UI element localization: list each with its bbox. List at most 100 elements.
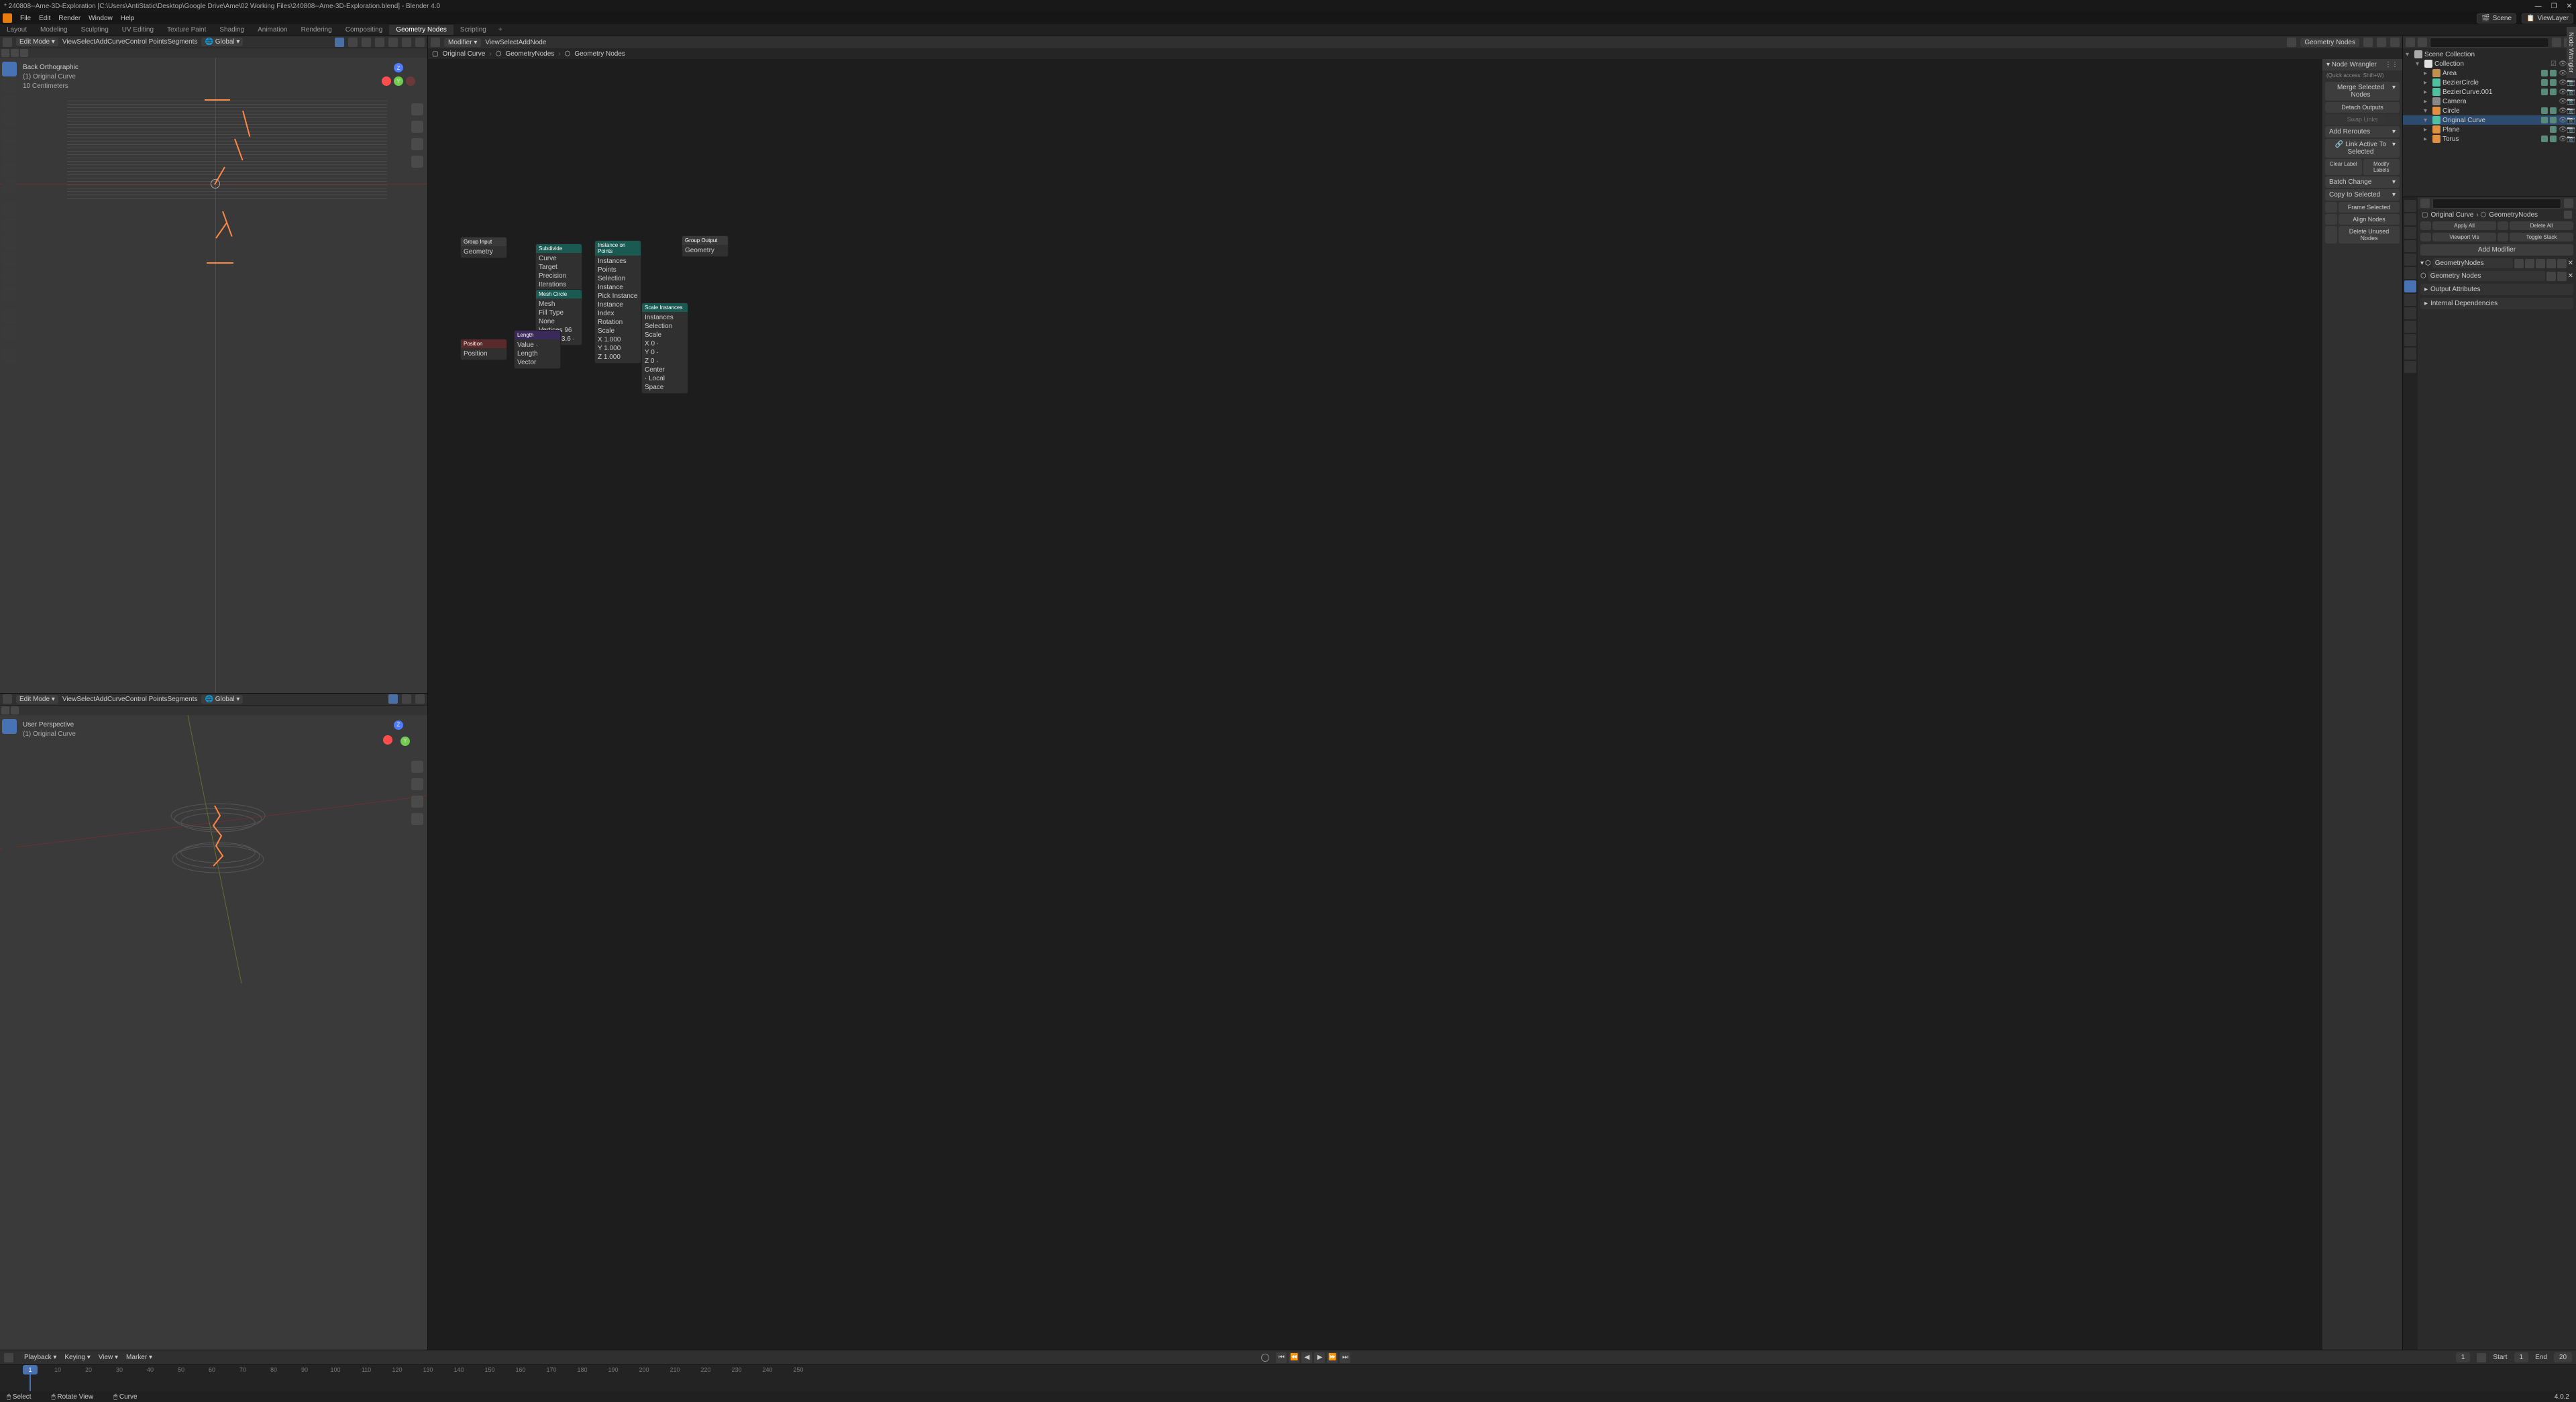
outliner-tree[interactable]: ▾Scene Collection▾Collection☑👁📷▸Area👁📷▸B… bbox=[2403, 48, 2576, 197]
prop-tab-world[interactable] bbox=[2404, 254, 2416, 266]
tree-item-beziercircle[interactable]: ▸BezierCircle👁📷 bbox=[2403, 78, 2576, 87]
tool-rotate[interactable] bbox=[2, 769, 17, 784]
wrangler-link-active-to-selected[interactable]: 🔗 Link Active To Selected▾ bbox=[2325, 139, 2400, 158]
tree-item-torus[interactable]: ▸Torus👁📷 bbox=[2403, 134, 2576, 144]
properties-search-input[interactable] bbox=[2432, 199, 2561, 209]
gizmo-toggle-icon[interactable] bbox=[388, 694, 398, 704]
menu-add[interactable]: Add bbox=[95, 696, 107, 703]
add-workspace-button[interactable]: + bbox=[493, 25, 508, 35]
pan-icon[interactable] bbox=[411, 121, 423, 133]
editor-type-icon[interactable] bbox=[4, 1353, 13, 1362]
blender-logo-icon[interactable] bbox=[3, 13, 12, 23]
zoom-icon[interactable] bbox=[411, 103, 423, 115]
prop-tab-texture[interactable] bbox=[2404, 361, 2416, 373]
workspace-tab-scripting[interactable]: Scripting bbox=[453, 25, 493, 35]
node-length[interactable]: LengthValue ·LengthVector bbox=[514, 330, 561, 369]
node-header[interactable]: Subdivide bbox=[536, 244, 582, 253]
outliner-search-input[interactable] bbox=[2430, 38, 2549, 48]
workspace-tab-rendering[interactable]: Rendering bbox=[294, 25, 339, 35]
menu-select[interactable]: Select bbox=[76, 696, 95, 703]
tool-transform[interactable] bbox=[2, 146, 17, 160]
menu-curve[interactable]: Curve bbox=[107, 696, 125, 703]
current-frame-field[interactable]: 1 bbox=[2456, 1352, 2471, 1362]
workspace-tab-shading[interactable]: Shading bbox=[213, 25, 251, 35]
keyframe-next-icon[interactable]: ⏩ bbox=[1327, 1352, 1338, 1363]
tool-transform[interactable] bbox=[2, 803, 17, 818]
end-frame-field[interactable]: 20 bbox=[2554, 1352, 2572, 1362]
mod-extras-icon[interactable] bbox=[2557, 259, 2567, 268]
prop-tab-modifier[interactable] bbox=[2404, 280, 2416, 292]
editor-type-icon[interactable] bbox=[3, 694, 12, 704]
tool-extrude[interactable] bbox=[2, 876, 17, 891]
orientation-selector[interactable]: 🌐 Global ▾ bbox=[201, 695, 243, 704]
menu-edit[interactable]: Edit bbox=[35, 13, 54, 23]
node-header[interactable]: Mesh Circle bbox=[536, 290, 582, 299]
apply-all-icon[interactable] bbox=[2420, 221, 2431, 230]
prop-tab-physics[interactable] bbox=[2404, 307, 2416, 319]
scene-field[interactable]: 🎬 Scene bbox=[2477, 13, 2516, 23]
node-header[interactable]: Position bbox=[461, 339, 506, 348]
breadcrumb-item[interactable]: Original Curve bbox=[442, 50, 485, 58]
tree-type-selector[interactable]: Modifier ▾ bbox=[444, 38, 481, 47]
tool-tilt[interactable] bbox=[2, 252, 17, 267]
mod-display-render-icon[interactable] bbox=[2546, 259, 2556, 268]
tool-draw[interactable] bbox=[2, 859, 17, 874]
menu-view[interactable]: View bbox=[62, 38, 77, 46]
wrangler-icon[interactable] bbox=[2325, 226, 2337, 244]
wrangler-modify-labels[interactable]: Modify Labels bbox=[2363, 159, 2400, 175]
zoom-icon[interactable] bbox=[411, 761, 423, 773]
tool-tilt[interactable] bbox=[2, 910, 17, 924]
shading-material-icon[interactable] bbox=[402, 38, 411, 47]
tool-cursor[interactable] bbox=[2, 78, 17, 93]
nodegroup-selector[interactable]: Geometry Nodes bbox=[2428, 271, 2545, 281]
mod-display-on-cage-icon[interactable] bbox=[2514, 259, 2524, 268]
viewport-vis-button[interactable]: Viewport Vis bbox=[2432, 233, 2496, 241]
menu-keying[interactable]: Keying ▾ bbox=[60, 1352, 94, 1362]
toggle-stack-icon[interactable] bbox=[2498, 233, 2508, 241]
orientation-selector[interactable]: 🌐 Global ▾ bbox=[201, 38, 243, 46]
menu-control-points[interactable]: Control Points bbox=[125, 38, 168, 46]
tool-shear[interactable] bbox=[2, 269, 17, 284]
curve-segment[interactable] bbox=[207, 262, 233, 264]
tree-item-circle[interactable]: ▾Circle👁📷 bbox=[2403, 106, 2576, 115]
node-header[interactable]: Length bbox=[515, 331, 560, 339]
select-mode-face-icon[interactable] bbox=[20, 49, 28, 57]
select-mode-icon[interactable] bbox=[1, 706, 9, 714]
tool-handle[interactable] bbox=[2, 983, 17, 997]
nodegroup-selector[interactable]: Geometry Nodes bbox=[2300, 38, 2359, 47]
menu-file[interactable]: File bbox=[16, 13, 35, 23]
axis-x-icon[interactable] bbox=[383, 735, 392, 745]
workspace-tab-modeling[interactable]: Modeling bbox=[34, 25, 74, 35]
wrangler-add-reroutes[interactable]: Add Reroutes▾ bbox=[2325, 126, 2400, 138]
node-inst_points[interactable]: Instance on PointsInstancesPointsSelecti… bbox=[594, 240, 641, 364]
workspace-tab-animation[interactable]: Animation bbox=[251, 25, 294, 35]
menu-help[interactable]: Help bbox=[117, 13, 139, 23]
node-scale_inst[interactable]: Scale InstancesInstancesSelectionScaleX … bbox=[641, 303, 688, 394]
wrangler-icon[interactable] bbox=[2325, 214, 2337, 225]
display-mode-icon[interactable] bbox=[2418, 38, 2427, 47]
axis-y-icon[interactable]: Y bbox=[400, 737, 410, 746]
tree-collection[interactable]: ▾Collection☑👁📷 bbox=[2403, 59, 2576, 68]
tool-select[interactable] bbox=[2, 62, 17, 76]
mode-selector[interactable]: Edit Mode ▾ bbox=[16, 695, 58, 704]
menu-select[interactable]: Select bbox=[76, 38, 95, 46]
perspective-toggle-icon[interactable] bbox=[411, 813, 423, 825]
pin-icon[interactable] bbox=[2564, 211, 2572, 219]
curve-segment[interactable] bbox=[205, 99, 230, 101]
xray-toggle-icon[interactable] bbox=[362, 38, 371, 47]
select-mode-vertex-icon[interactable] bbox=[1, 49, 9, 57]
node-header[interactable]: Scale Instances bbox=[642, 303, 688, 312]
wrangler-align-nodes[interactable]: Align Nodes bbox=[2339, 214, 2400, 225]
node-group_input[interactable]: Group InputGeometry bbox=[460, 237, 507, 258]
wrangler-merge-selected-nodes[interactable]: Merge Selected Nodes▾ bbox=[2325, 82, 2400, 101]
overlay-toggle-icon[interactable] bbox=[402, 694, 411, 704]
modifier-header[interactable]: ▾ ⬡ GeometryNodes ✕ bbox=[2420, 258, 2573, 268]
auto-keying-icon[interactable] bbox=[1261, 1354, 1269, 1362]
curve-segment[interactable] bbox=[215, 222, 227, 238]
editor-type-icon[interactable] bbox=[431, 38, 440, 47]
minimize-icon[interactable]: — bbox=[2535, 3, 2542, 10]
axis-z-icon[interactable]: Z bbox=[394, 63, 403, 72]
jump-start-icon[interactable]: ⏮ bbox=[1276, 1352, 1287, 1363]
tool-radius[interactable] bbox=[2, 235, 17, 250]
pin-icon[interactable] bbox=[2363, 38, 2373, 47]
